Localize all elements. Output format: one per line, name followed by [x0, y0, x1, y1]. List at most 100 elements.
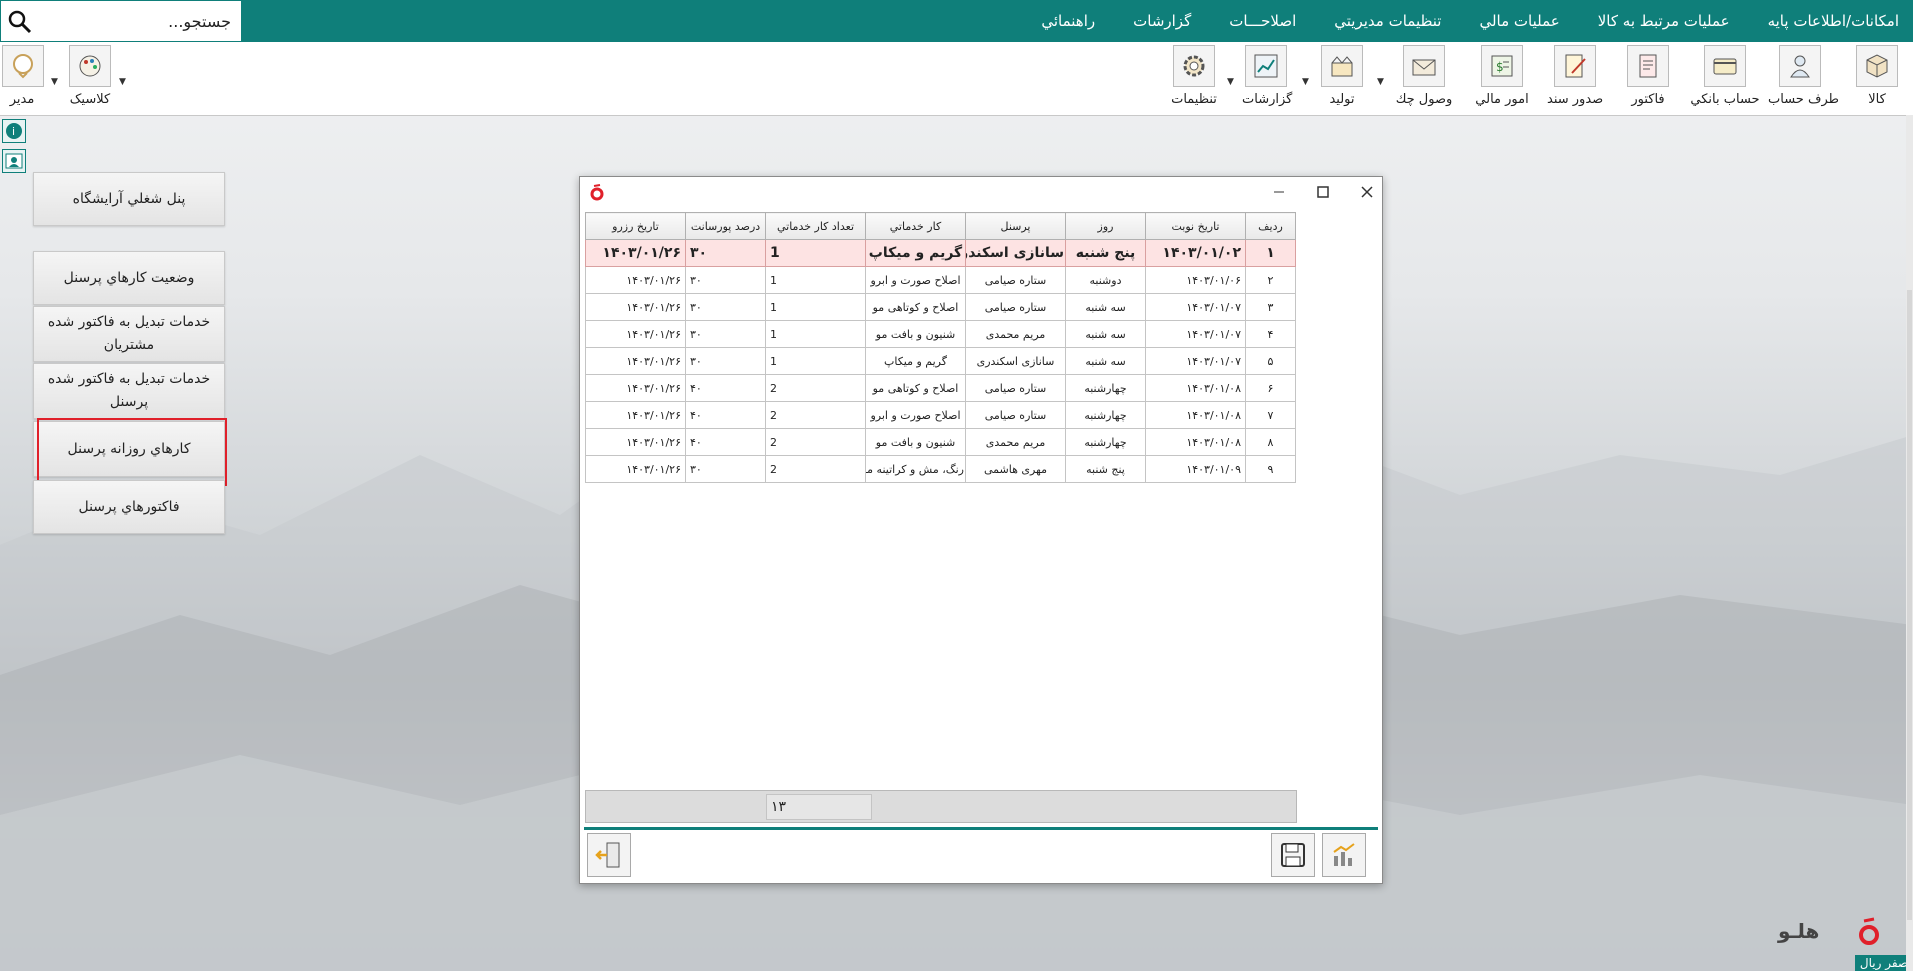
- cell-appointment-date: ١۴٠٣/٠١/٠٨: [1145, 428, 1246, 456]
- cell-service-count: 2: [765, 428, 866, 456]
- table-row[interactable]: ٧ ١۴٠٣/٠١/٠٨ چهارشنبه ستاره صيامی اصلاح …: [585, 401, 1296, 429]
- menu-items: امکانات/اطلاعات پايه عمليات مرتبط به کال…: [1041, 0, 1899, 42]
- cell-service-count: 2: [765, 374, 866, 402]
- user-dropdown-caret[interactable]: ▼: [51, 77, 58, 87]
- sidebar-item-staff-invoices[interactable]: فاکتورهاي پرسنل: [33, 480, 225, 534]
- close-button[interactable]: [1356, 181, 1378, 203]
- report-button[interactable]: [1322, 833, 1366, 877]
- gear-icon: [1173, 45, 1215, 87]
- sidebar-item-staff-invoiced-services[interactable]: خدمات تبديل به فاکتور شده پرسنل: [33, 363, 225, 419]
- svg-text:$: $: [1496, 60, 1504, 74]
- svg-text:i: i: [12, 125, 15, 138]
- menu-base-info[interactable]: امکانات/اطلاعات پايه: [1768, 12, 1899, 30]
- cell-row-number: ۶: [1245, 374, 1296, 402]
- column-header[interactable]: تعداد کار خدماتي: [765, 212, 866, 240]
- menu-management-settings[interactable]: تنظيمات مديريتي: [1334, 12, 1441, 30]
- column-header[interactable]: کار خدماتي: [865, 212, 966, 240]
- theme-dropdown-caret[interactable]: ▼: [119, 77, 126, 87]
- info-icon[interactable]: i: [2, 119, 26, 143]
- cell-day: دوشنبه: [1065, 266, 1146, 294]
- table-row[interactable]: ۵ ١۴٠٣/٠١/٠٧ سه شنبه سانازی اسکندری گريم…: [585, 347, 1296, 375]
- cell-day: چهارشنبه: [1065, 374, 1146, 402]
- chart-report-icon: [1245, 45, 1287, 87]
- user-button[interactable]: مدير: [2, 45, 44, 107]
- settings-dropdown-caret[interactable]: ▼: [1227, 77, 1234, 87]
- cell-row-number: ٩: [1245, 455, 1296, 483]
- sidebar-item-label: وضعيت کارهاي پرسنل: [63, 269, 195, 286]
- cell-staff: مريم محمدی: [965, 320, 1066, 348]
- dialog-titlebar: [580, 177, 1382, 207]
- cell-service: اصلاح و کوتاهی مو: [865, 293, 966, 321]
- table-row[interactable]: ٣ ١۴٠٣/٠١/٠٧ سه شنبه ستاره صيامی اصلاح و…: [585, 293, 1296, 321]
- table-row[interactable]: ١ ١۴٠٣/٠١/٠٢ پنج شنبه سانازی اسکندری گري…: [585, 239, 1296, 267]
- tool-financial-affairs[interactable]: $ امور مالي: [1474, 45, 1530, 107]
- table-row[interactable]: ٩ ١۴٠٣/٠١/٠٩ پنج شنبه مهری هاشمی رنگ، مش…: [585, 455, 1296, 483]
- tool-label: گزارشات: [1242, 92, 1293, 107]
- theme-button[interactable]: کلاسيک: [66, 45, 114, 107]
- tool-production[interactable]: توليد: [1320, 45, 1364, 107]
- table-row[interactable]: ۶ ١۴٠٣/٠١/٠٨ چهارشنبه ستاره صيامی اصلاح …: [585, 374, 1296, 402]
- column-header[interactable]: پرسنل: [965, 212, 1066, 240]
- active-item-highlight: [37, 418, 227, 486]
- column-header[interactable]: روز: [1065, 212, 1146, 240]
- table-row[interactable]: ٨ ١۴٠٣/٠١/٠٨ چهارشنبه مريم محمدی شنيون و…: [585, 428, 1296, 456]
- menu-help[interactable]: راهنمائي: [1041, 12, 1095, 30]
- tool-label: طرف حساب: [1768, 92, 1839, 107]
- cell-reserve-date: ١۴٠٣/٠١/٢۶: [585, 320, 686, 348]
- cell-reserve-date: ١۴٠٣/٠١/٢۶: [585, 293, 686, 321]
- app-logo-icon: [590, 184, 604, 201]
- contact-card-icon[interactable]: [2, 149, 26, 173]
- tool-reports[interactable]: گزارشات: [1242, 45, 1293, 107]
- menu-goods-operations[interactable]: عمليات مرتبط به کالا: [1598, 12, 1730, 30]
- sidebar-item-label: خدمات تبديل به فاکتور شده پرسنل: [47, 371, 211, 410]
- cell-service: اصلاح صورت و ابرو: [865, 401, 966, 429]
- cell-staff: سانازی اسکندری: [965, 347, 1066, 375]
- search-icon[interactable]: [7, 9, 33, 35]
- save-button[interactable]: [1271, 833, 1315, 877]
- cell-service: اصلاح و کوتاهی مو: [865, 374, 966, 402]
- tool-account-party[interactable]: طرف حساب: [1768, 45, 1839, 107]
- sidebar-item-customer-invoiced-services[interactable]: خدمات تبديل به فاکتور شده مشتريان: [33, 306, 225, 362]
- cell-staff: مهری هاشمی: [965, 455, 1066, 483]
- brand-name: هلـو: [1778, 919, 1820, 943]
- cell-appointment-date: ١۴٠٣/٠١/٠٧: [1145, 293, 1246, 321]
- column-header[interactable]: تاريخ نوبت: [1145, 212, 1246, 240]
- tool-invoice[interactable]: فاکتور: [1626, 45, 1670, 107]
- cell-service: شنيون و بافت مو: [865, 428, 966, 456]
- tool-goods[interactable]: کالا: [1852, 45, 1902, 107]
- search-input[interactable]: [39, 3, 233, 39]
- user-avatar-icon: [2, 45, 44, 87]
- column-header[interactable]: تاريخ رزرو: [585, 212, 686, 240]
- cell-appointment-date: ١۴٠٣/٠١/٠٨: [1145, 374, 1246, 402]
- table-row[interactable]: ۴ ١۴٠٣/٠١/٠٧ سه شنبه مريم محمدی شنيون و …: [585, 320, 1296, 348]
- table-row[interactable]: ٢ ١۴٠٣/٠١/٠۶ دوشنبه ستاره صيامی اصلاح صو…: [585, 266, 1296, 294]
- production-dropdown-caret[interactable]: ▼: [1377, 77, 1384, 87]
- sidebar-item-salon-panel[interactable]: پنل شغلي آرايشگاه: [33, 172, 225, 226]
- minimize-button[interactable]: [1268, 181, 1290, 203]
- cell-staff: سانازی اسکندری: [965, 239, 1066, 267]
- exit-door-icon: [595, 842, 620, 868]
- cell-reserve-date: ١۴٠٣/٠١/٢۶: [585, 374, 686, 402]
- cell-service-count: 1: [765, 266, 866, 294]
- grid-footer-totals: ١٣: [585, 790, 1297, 823]
- tool-bank-account[interactable]: حساب بانکي: [1690, 45, 1760, 107]
- cell-reserve-date: ١۴٠٣/٠١/٢۶: [585, 266, 686, 294]
- sidebar-item-staff-work-status[interactable]: وضعيت کارهاي پرسنل: [33, 251, 225, 305]
- tool-label: وصول چك: [1395, 92, 1453, 107]
- menu-financial-operations[interactable]: عمليات مالي: [1479, 12, 1559, 30]
- tool-check-collection[interactable]: وصول چك: [1393, 45, 1455, 107]
- right-scrollbar[interactable]: [1906, 115, 1913, 971]
- menu-reports[interactable]: گزارشات: [1133, 12, 1191, 30]
- tool-issue-document[interactable]: صدور سند: [1547, 45, 1603, 107]
- column-header[interactable]: درصد پورسانت: [685, 212, 766, 240]
- cell-appointment-date: ١۴٠٣/٠١/٠٧: [1145, 320, 1246, 348]
- cell-reserve-date: ١۴٠٣/٠١/٢۶: [585, 455, 686, 483]
- cell-service-count: 1: [765, 293, 866, 321]
- cell-appointment-date: ١۴٠٣/٠١/٠٧: [1145, 347, 1246, 375]
- column-header[interactable]: رديف: [1245, 212, 1296, 240]
- menu-corrections[interactable]: اصلاحـــات: [1229, 12, 1296, 30]
- reports-dropdown-caret[interactable]: ▼: [1302, 77, 1309, 87]
- maximize-button[interactable]: [1312, 181, 1334, 203]
- tool-settings[interactable]: تنظيمات: [1168, 45, 1220, 107]
- exit-button[interactable]: [587, 833, 631, 877]
